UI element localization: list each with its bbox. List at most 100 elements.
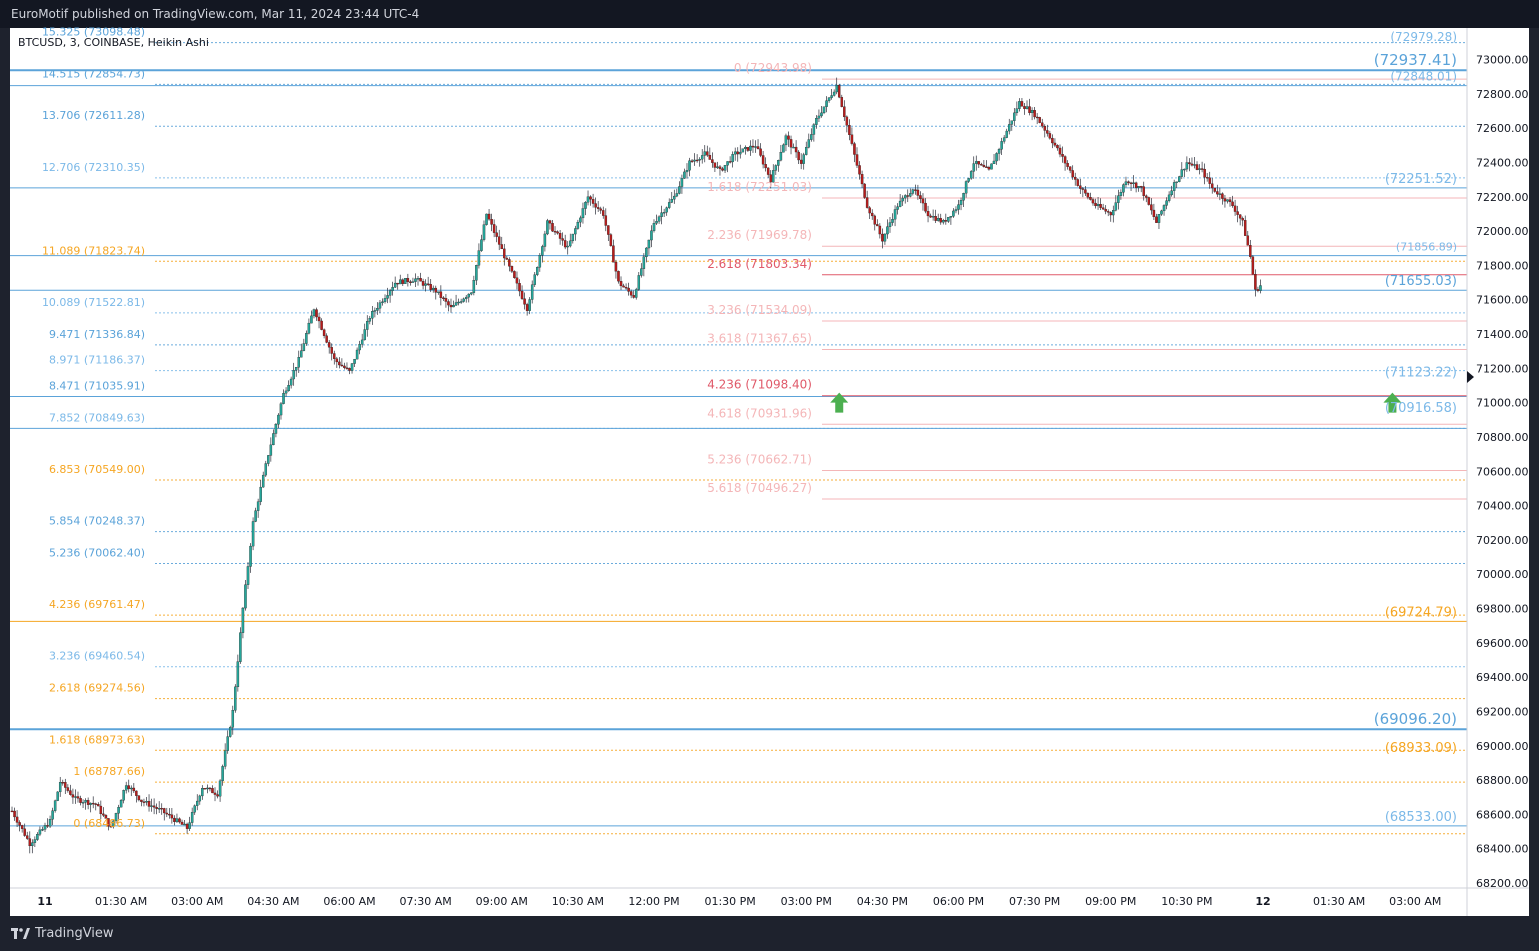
candle-body xyxy=(168,813,171,816)
candle-body xyxy=(536,267,539,275)
candle-body xyxy=(1178,176,1181,182)
candle-body xyxy=(916,189,920,196)
price-tick-label: 72800.00 xyxy=(1476,88,1529,101)
candle-body xyxy=(835,84,838,93)
candle-body xyxy=(888,222,892,227)
candle-body xyxy=(614,262,618,272)
candle-body xyxy=(444,298,448,302)
tradingview-brand[interactable]: TradingView xyxy=(11,926,114,941)
candle-body xyxy=(723,165,727,171)
candle-body xyxy=(541,246,544,256)
candle-body xyxy=(1114,202,1118,211)
candle-body xyxy=(942,220,945,223)
candle-body xyxy=(1046,130,1049,134)
candle-body xyxy=(964,181,968,194)
candle-body xyxy=(624,287,628,289)
price-tick-label: 72000.00 xyxy=(1476,225,1529,238)
price-chart[interactable]: 15.325 (73098.48)14.515 (72854.73)13.706… xyxy=(0,0,1539,951)
candle-body xyxy=(145,800,148,803)
candle-body xyxy=(18,822,21,826)
candle-body xyxy=(1249,245,1252,257)
candle-body xyxy=(571,233,575,242)
candle-body xyxy=(91,802,95,805)
candle-body xyxy=(609,234,613,246)
time-tick-label: 01:30 PM xyxy=(704,895,755,908)
candle-body xyxy=(528,299,531,311)
candle-body xyxy=(1137,186,1140,188)
candle-body xyxy=(228,727,232,737)
fib-extension-label: 3.618 (71367.65) xyxy=(707,332,812,346)
candle-body xyxy=(581,208,585,219)
candle-body xyxy=(241,607,245,633)
candle-body xyxy=(586,196,590,203)
candle-body xyxy=(741,148,745,153)
price-tick-label: 69800.00 xyxy=(1476,603,1529,616)
candle-body xyxy=(967,178,970,182)
candle-body xyxy=(543,233,547,247)
candle-body xyxy=(906,195,910,197)
price-tick-label: 69600.00 xyxy=(1476,637,1529,650)
fib-level-label: 9.471 (71336.84) xyxy=(49,328,145,341)
candle-body xyxy=(267,455,270,464)
price-tick-label: 71200.00 xyxy=(1476,362,1529,375)
candle-body xyxy=(1117,195,1120,203)
candle-body xyxy=(1145,195,1148,198)
candle-body xyxy=(373,310,377,312)
candle-body xyxy=(130,787,133,790)
candle-body xyxy=(117,807,120,814)
candle-body xyxy=(520,290,524,299)
candle-body xyxy=(660,212,663,217)
candle-body xyxy=(553,230,557,233)
candle-body xyxy=(381,301,384,303)
candle-body xyxy=(363,329,366,341)
candle-body xyxy=(713,162,717,168)
candle-body xyxy=(685,170,689,173)
candle-body xyxy=(203,788,207,790)
candle-body xyxy=(980,164,983,166)
level-price-label: (72848.01) xyxy=(1390,70,1457,84)
candle-body xyxy=(594,203,597,208)
candle-body xyxy=(490,219,493,225)
candle-body xyxy=(1200,168,1204,170)
candle-body xyxy=(1211,183,1214,189)
candle-body xyxy=(1150,204,1153,211)
candle-body xyxy=(163,808,166,814)
candle-body xyxy=(282,393,285,404)
candle-body xyxy=(416,278,420,280)
candle-body xyxy=(150,805,153,807)
candle-body xyxy=(591,199,595,204)
candle-body xyxy=(1101,207,1105,210)
candle-body xyxy=(622,285,625,288)
candle-body xyxy=(782,144,785,153)
candle-body xyxy=(236,661,240,688)
price-tick-label: 70400.00 xyxy=(1476,500,1529,513)
candle-body xyxy=(142,801,146,803)
candle-body xyxy=(1251,256,1255,275)
candle-body xyxy=(533,274,536,285)
candle-body xyxy=(1002,137,1006,142)
candle-body xyxy=(949,216,953,218)
candle-body xyxy=(94,803,98,805)
candle-body xyxy=(376,308,379,311)
candle-body xyxy=(602,210,605,216)
candle-body xyxy=(495,232,498,237)
candle-body xyxy=(1152,209,1156,217)
time-tick-label: 04:30 PM xyxy=(857,895,908,908)
fib-level-label: 5.854 (70248.37) xyxy=(49,515,145,528)
candle-body xyxy=(599,208,602,211)
candle-body xyxy=(1127,181,1130,183)
candle-body xyxy=(1066,162,1069,167)
fib-extension-label: 2.236 (71969.78) xyxy=(707,228,812,242)
candle-body xyxy=(216,794,219,797)
candle-body xyxy=(36,834,39,840)
candle-body xyxy=(157,808,161,810)
level-price-label: (71856.89) xyxy=(1396,241,1457,254)
candle-body xyxy=(127,785,130,790)
candle-body xyxy=(218,780,222,797)
candle-body xyxy=(378,302,382,309)
candle-body xyxy=(1256,289,1260,291)
candle-body xyxy=(1094,202,1097,207)
candle-body xyxy=(1051,137,1054,144)
candle-body xyxy=(975,161,978,164)
candle-body xyxy=(208,787,212,790)
